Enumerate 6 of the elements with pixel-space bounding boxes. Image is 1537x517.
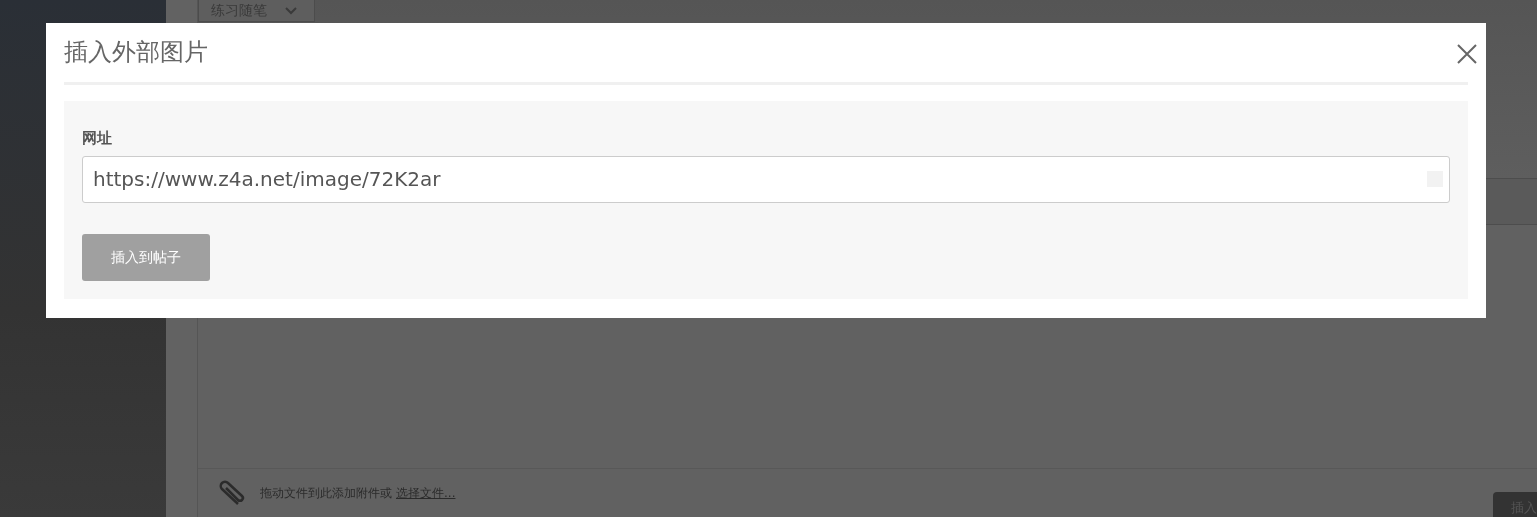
field-label: 网址 xyxy=(82,128,113,149)
url-field[interactable]: https://www.z4a.net/image/72K2ar xyxy=(82,155,1450,203)
close-button[interactable] xyxy=(1456,41,1478,64)
chevron-down-icon xyxy=(285,6,297,15)
close-icon xyxy=(1456,43,1478,65)
dialog-title: 插入外部图片 xyxy=(64,38,208,67)
